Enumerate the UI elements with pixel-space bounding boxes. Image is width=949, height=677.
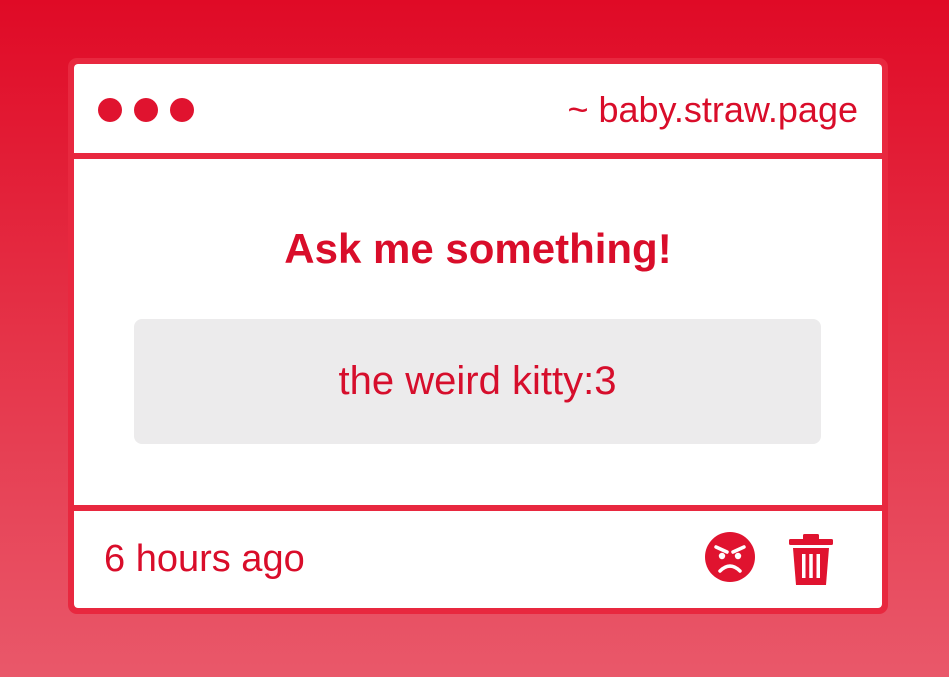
window-dot-2[interactable] <box>134 98 158 122</box>
angry-face-icon[interactable] <box>704 531 756 583</box>
question-box: the weird kitty:3 <box>134 319 821 444</box>
window-dot-1[interactable] <box>98 98 122 122</box>
card-footer: 6 hours ago <box>74 511 882 608</box>
window-control-dots <box>98 98 194 122</box>
question-card: Ask me something! the weird kitty:3 <box>74 159 882 505</box>
title-bar: ~ baby.straw.page <box>74 64 882 153</box>
browser-window: ~ baby.straw.page Ask me something! the … <box>68 58 888 614</box>
question-text: the weird kitty:3 <box>338 359 617 403</box>
window-dot-3[interactable] <box>170 98 194 122</box>
timestamp: 6 hours ago <box>104 538 305 580</box>
page-title: Ask me something! <box>284 225 672 272</box>
trash-icon[interactable] <box>787 533 835 587</box>
url-label: ~ baby.straw.page <box>567 89 858 130</box>
